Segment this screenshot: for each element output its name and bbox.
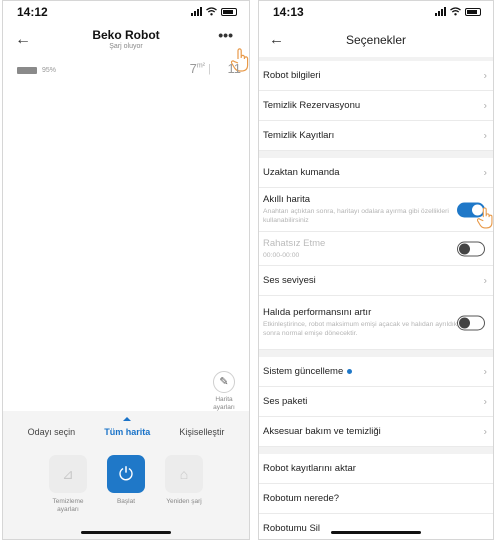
chevron-right-icon: › [483,366,487,377]
row-label: Rahatsız Etme [263,237,326,249]
row-volume[interactable]: Ses seviyesi › [259,266,493,296]
options-screen: 14:13 ← Seçenekler Robot bilgileri › Tem… [258,0,494,540]
battery-icon [465,7,481,16]
row-cleaning-records[interactable]: Temizlik Kayıtları › [259,121,493,151]
row-label: Robot bilgileri [263,70,321,81]
row-remote-control[interactable]: Uzaktan kumanda › [259,158,493,188]
row-label: Temizlik Rezervasyonu [263,100,361,111]
tab-full-map-label: Tüm harita [104,427,151,437]
page-title: Seçenekler [345,33,407,47]
dock-icon: ⌂ [165,455,203,493]
map-settings-button[interactable]: ✎ Harita ayarları [207,371,241,412]
status-time: 14:13 [273,5,304,19]
row-description: Anahtarı açtıktan sonra, haritayı odalar… [263,208,449,224]
row-label: Temizlik Kayıtları [263,130,335,141]
broom-icon: ⊿ [49,455,87,493]
chevron-right-icon: › [483,275,487,286]
dnd-toggle[interactable] [457,241,485,256]
tab-select-room[interactable]: Odayı seçin [28,427,76,437]
control-panel: Odayı seçin Tüm harita Kişiselleştir ⊿ T… [3,411,249,539]
row-find-robot[interactable]: Robotum nerede? [259,484,493,514]
row-description: 00:00-00:00 [263,251,300,259]
map-settings-label: Harita ayarları [213,396,235,411]
area-unit: m² [196,62,205,70]
row-label: Aksesuar bakım ve temizliği [263,426,381,437]
chevron-right-icon: › [483,426,487,437]
status-bar: 14:12 [3,1,249,23]
cleaned-area: 7m² [190,61,205,76]
row-smart-map: Akıllı harita Anahtarı açtıktan sonra, h… [259,188,493,232]
toggle-knob [459,317,470,328]
power-icon: ⏻ [107,455,145,493]
signal-icon [191,7,202,16]
row-label: Ses paketi [263,396,308,407]
battery-icon [221,7,237,16]
row-label: Robotum nerede? [263,493,340,504]
row-carpet-boost: Halıda performansını artır Etkinleştirin… [259,296,493,350]
page-title: Beko Robot [92,28,160,42]
chevron-right-icon: › [483,167,487,178]
row-label: Robot kayıtlarını aktar [263,463,356,474]
row-do-not-disturb: Rahatsız Etme 00:00-00:00 [259,232,493,266]
recharge-label: Yeniden şarj [166,498,202,505]
wifi-icon [206,7,217,16]
update-badge [347,369,353,374]
action-buttons: ⊿ Temizleme ayarları ⏻ Başlat ⌂ Yeniden … [3,455,249,514]
battery-level: 95% [17,67,56,74]
home-indicator [81,531,171,534]
chevron-right-icon: › [483,100,487,111]
chevron-right-icon: › [483,70,487,81]
signal-icon [435,7,446,16]
row-label: Sistem güncelleme [263,366,471,377]
carpet-boost-toggle[interactable] [457,315,485,330]
active-tab-indicator [123,417,132,421]
row-cleaning-reservation[interactable]: Temizlik Rezervasyonu › [259,91,493,121]
tap-hand-icon [477,207,493,229]
map-settings-icon: ✎ [213,371,235,393]
robot-home-screen: 14:12 ← Beko Robot Şarj oluyor ••• 95% 7… [2,0,250,540]
row-robot-info[interactable]: Robot bilgileri › [259,61,493,91]
row-voice-pack[interactable]: Ses paketi › [259,387,493,417]
status-bar: 14:13 [259,1,493,23]
tab-full-map[interactable]: Tüm harita [104,417,151,437]
chevron-right-icon: › [483,396,487,407]
status-icons [191,7,237,16]
charging-status: Şarj oluyor [109,43,143,50]
area-value: 7 [189,61,197,76]
row-system-update[interactable]: Sistem güncelleme › [259,357,493,387]
more-menu-button[interactable]: ••• [218,27,233,43]
status-icons [435,7,481,16]
row-delete-robot[interactable]: Robotumu Sil [259,514,493,539]
row-label-text: Sistem güncelleme [263,366,344,377]
start-button[interactable]: ⏻ Başlat [106,455,146,514]
robot-battery-icon [17,67,37,74]
tab-customize[interactable]: Kişiselleştir [179,427,224,437]
mode-tabs: Odayı seçin Tüm harita Kişiselleştir [3,417,249,437]
row-accessory-care[interactable]: Aksesuar bakım ve temizliği › [259,417,493,447]
options-list: Robot bilgileri › Temizlik Rezervasyonu … [259,61,493,539]
row-label: Halıda performansını artır [263,307,372,318]
stats-divider: | [208,63,211,75]
cleaning-time: 11 [227,61,242,76]
home-indicator [331,531,421,534]
row-label: Uzaktan kumanda [263,167,340,178]
cleaning-settings-label: Temizleme ayarları [52,498,84,513]
battery-percent: 95% [42,67,57,74]
status-time: 14:12 [17,5,48,19]
options-header: 14:13 ← Seçenekler [259,1,493,57]
row-label: Akıllı harita [263,194,310,205]
recharge-button[interactable]: ⌂ Yeniden şarj [164,455,204,514]
row-transfer-records[interactable]: Robot kayıtlarını aktar [259,454,493,484]
row-description: Etkinleştirince, robot maksimum emişi aç… [263,321,467,337]
cleaning-settings-button[interactable]: ⊿ Temizleme ayarları [48,455,88,514]
chevron-right-icon: › [483,130,487,141]
row-label: Ses seviyesi [263,275,316,286]
wifi-icon [450,7,461,16]
toggle-knob [459,243,470,254]
start-label: Başlat [116,498,136,505]
